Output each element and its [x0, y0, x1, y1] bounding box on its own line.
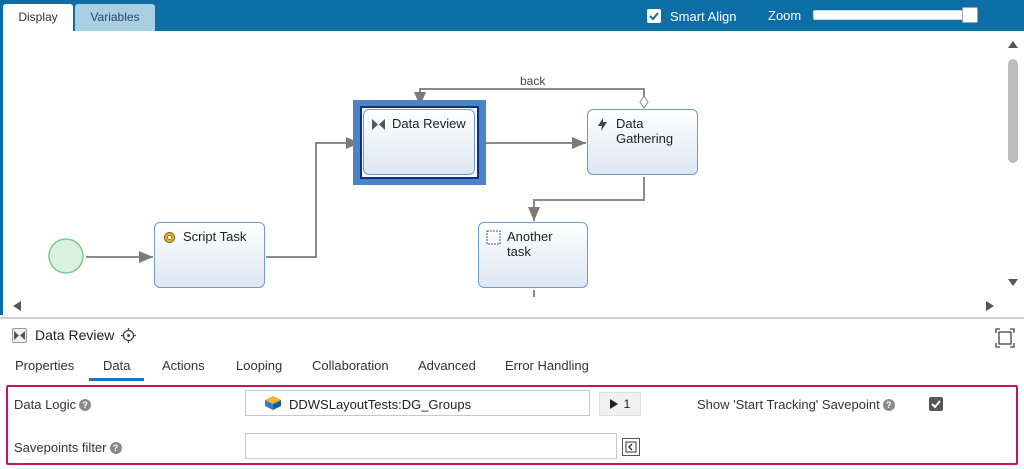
active-subtab-indicator: [89, 378, 144, 381]
flow-label-back: back: [520, 74, 546, 88]
locate-icon[interactable]: [121, 328, 136, 343]
help-icon[interactable]: ?: [882, 398, 895, 411]
flow-script-to-review[interactable]: [266, 137, 360, 258]
subtab-looping[interactable]: Looping: [236, 358, 282, 373]
data-gathering-line1: Data: [616, 116, 644, 131]
subtab-actions[interactable]: Actions: [162, 358, 205, 373]
bowtie-icon: [372, 119, 385, 130]
flow-back-diamond-icon: [639, 95, 649, 109]
savepoints-picker-button[interactable]: [622, 438, 640, 456]
run-count: 1: [623, 397, 631, 411]
start-event[interactable]: [48, 238, 84, 274]
another-task[interactable]: Another task: [478, 222, 588, 288]
script-task[interactable]: Script Task: [154, 222, 265, 288]
data-logic-value: DDWSLayoutTests:DG_Groups: [289, 397, 472, 412]
savepoints-filter-input[interactable]: [245, 433, 617, 459]
picker-icon: [625, 441, 637, 453]
vertical-scroll-thumb[interactable]: [1008, 59, 1018, 163]
show-tracking-checkbox[interactable]: [929, 397, 943, 411]
scroll-left-icon[interactable]: [13, 301, 21, 311]
help-icon[interactable]: ?: [109, 441, 122, 454]
data-review-task[interactable]: Data Review: [363, 109, 475, 175]
scroll-down-icon[interactable]: [1008, 279, 1018, 286]
gear-icon: [164, 232, 175, 243]
script-task-label: Script Task: [183, 229, 247, 244]
flow-gathering-to-another[interactable]: [528, 177, 645, 221]
subtab-advanced[interactable]: Advanced: [418, 358, 476, 373]
scroll-up-icon[interactable]: [1008, 41, 1018, 48]
subtab-collaboration[interactable]: Collaboration: [312, 358, 389, 373]
subtab-data[interactable]: Data: [103, 358, 130, 373]
horizontal-scrollbar[interactable]: [0, 297, 1002, 317]
subtab-error-handling[interactable]: Error Handling: [505, 358, 589, 373]
savepoints-label-group: Savepoints filter ?: [14, 440, 122, 455]
panel-title: Data Review: [35, 327, 115, 343]
data-gathering-label: Data Gathering: [616, 116, 673, 146]
another-task-line2: task: [507, 244, 531, 259]
vertical-scrollbar[interactable]: [1002, 31, 1024, 297]
savepoints-label: Savepoints filter: [14, 440, 107, 455]
run-button[interactable]: 1: [599, 392, 641, 416]
scroll-right-icon[interactable]: [986, 301, 994, 311]
show-tracking-label: Show 'Start Tracking' Savepoint: [697, 397, 880, 412]
data-logic-label: Data Logic: [14, 397, 77, 412]
data-gathering-task[interactable]: Data Gathering: [587, 109, 698, 175]
show-tracking-label-group: Show 'Start Tracking' Savepoint ?: [697, 397, 895, 412]
subtab-properties[interactable]: Properties: [15, 358, 74, 373]
data-review-label: Data Review: [392, 116, 466, 131]
empty-task-icon: [486, 230, 501, 245]
check-icon: [931, 400, 941, 409]
another-task-line1: Another: [507, 229, 553, 244]
maximize-icon[interactable]: [995, 328, 1015, 348]
play-icon: [609, 399, 618, 409]
data-logic-icon: [265, 396, 281, 410]
help-icon[interactable]: ?: [79, 398, 92, 411]
lightning-icon: [598, 118, 607, 131]
bowtie-icon: [12, 328, 27, 343]
panel-subtabs: Properties Data Actions Looping Collabor…: [0, 353, 1024, 383]
properties-panel-header: [0, 319, 1024, 353]
data-gathering-line2: Gathering: [616, 131, 674, 146]
data-logic-label-group: Data Logic ?: [14, 397, 92, 412]
another-task-label: Another task: [507, 229, 553, 259]
